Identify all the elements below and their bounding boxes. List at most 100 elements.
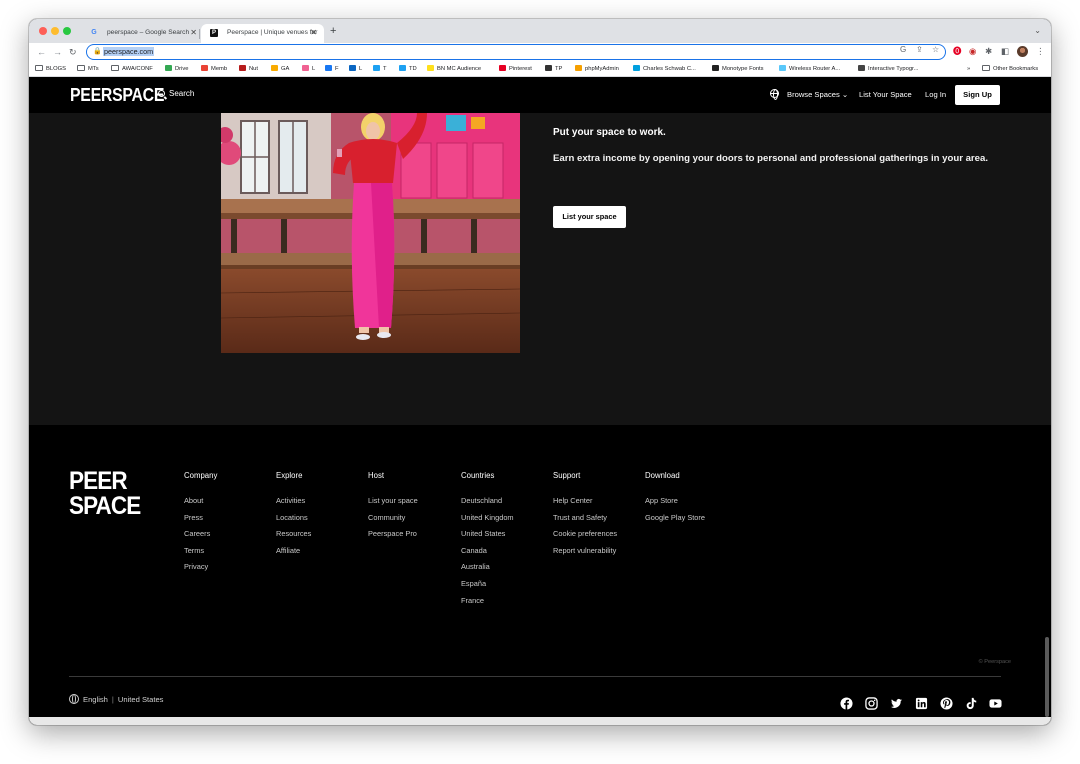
close-tab-icon[interactable]: ✕	[190, 28, 197, 37]
bookmark-item[interactable]: BN MC Audience	[427, 65, 481, 74]
pinterest-extension-icon[interactable]: ⓿	[953, 46, 962, 57]
footer-link[interactable]: España	[461, 579, 514, 588]
footer-link[interactable]: App Store	[645, 496, 705, 505]
tab-separator	[199, 29, 200, 39]
extensions-puzzle-icon[interactable]: ✱	[985, 46, 992, 57]
footer-link[interactable]: Press	[184, 513, 217, 522]
bookmark-item[interactable]: AWA/CONF	[111, 65, 153, 74]
footer-link[interactable]: Community	[368, 513, 418, 522]
footer-link[interactable]: Activities	[276, 496, 311, 505]
footer-link[interactable]: Resources	[276, 529, 311, 538]
footer-link[interactable]: Careers	[184, 529, 217, 538]
youtube-icon[interactable]	[989, 697, 1002, 710]
footer-link[interactable]: United States	[461, 529, 514, 538]
close-tab-icon[interactable]: ✕	[310, 28, 317, 37]
bookmark-item[interactable]: Charles Schwab C...	[633, 65, 696, 74]
globe-icon[interactable]	[770, 89, 779, 100]
maximize-window-button[interactable]	[63, 27, 71, 35]
bookmark-item[interactable]: Memb	[201, 65, 227, 74]
forward-arrow-icon[interactable]: →	[53, 45, 62, 59]
browse-spaces-label: Browse Spaces	[787, 90, 840, 99]
footer-link[interactable]: Trust and Safety	[553, 513, 617, 522]
minimize-window-button[interactable]	[51, 27, 59, 35]
url-text[interactable]: peerspace.com	[103, 47, 155, 56]
page-scrollbar[interactable]	[1045, 637, 1049, 717]
bookmark-item[interactable]: BLOGS	[35, 65, 66, 74]
bookmark-item[interactable]: Nut	[239, 65, 258, 74]
footer-link[interactable]: France	[461, 596, 514, 605]
side-panel-icon[interactable]: ◧	[1001, 46, 1009, 57]
instagram-icon[interactable]	[865, 697, 878, 710]
tiktok-icon[interactable]	[965, 697, 978, 710]
footer-link[interactable]: Locations	[276, 513, 311, 522]
footer-link[interactable]: Privacy	[184, 562, 217, 571]
footer-link[interactable]: Canada	[461, 546, 514, 555]
footer-column-host: Host List your space Community Peerspace Pr…	[368, 471, 418, 546]
bookmark-item[interactable]: Monotype Fonts	[712, 65, 764, 74]
reload-icon[interactable]: ↻	[69, 45, 77, 59]
bookmark-item[interactable]: F	[325, 65, 339, 74]
footer-link[interactable]: About	[184, 496, 217, 505]
bookmark-item[interactable]: T	[373, 65, 387, 74]
back-arrow-icon[interactable]: ←	[37, 45, 46, 59]
bookmark-item[interactable]: L	[302, 65, 315, 74]
footer-link[interactable]: Australia	[461, 562, 514, 571]
new-tab-button[interactable]: +	[330, 26, 336, 37]
list-your-space-button[interactable]: List your space	[553, 206, 626, 228]
extension-icon[interactable]: ◉	[969, 46, 976, 57]
folder-icon	[35, 65, 43, 71]
tab-google-search[interactable]: G peerspace – Google Search ✕	[81, 24, 204, 43]
footer-link[interactable]: Cookie preferences	[553, 529, 617, 538]
lock-icon: 🔒	[93, 48, 102, 55]
browser-menu-icon[interactable]: ⋮	[1036, 46, 1045, 57]
tab-peerspace[interactable]: P Peerspace | Unique venues for ✕	[201, 24, 324, 43]
bookmark-item[interactable]: Wireless Router A...	[779, 65, 840, 74]
footer-column-download: Download App Store Google Play Store	[645, 471, 705, 529]
close-window-button[interactable]	[39, 27, 47, 35]
bookmark-item[interactable]: L	[349, 65, 362, 74]
footer-link[interactable]: United Kingdom	[461, 513, 514, 522]
tab-search-chevron-icon[interactable]: ⌄	[1034, 26, 1041, 35]
browser-toolbar: ← → ↻ 🔒 peerspace.com G ⇪ ☆ ⓿ ◉ ✱ ◧ ⋮	[29, 43, 1051, 62]
bookmark-label: BLOGS	[46, 66, 66, 72]
bookmark-item[interactable]: Drive	[165, 65, 189, 74]
bookmark-item[interactable]: TD	[399, 65, 417, 74]
footer-link[interactable]: Help Center	[553, 496, 617, 505]
browse-spaces-dropdown[interactable]: Browse Spaces ⌄	[787, 90, 848, 99]
footer-link[interactable]: Google Play Store	[645, 513, 705, 522]
list-your-space-link[interactable]: List Your Space	[859, 90, 912, 99]
bookmark-item[interactable]: phpMyAdmin	[575, 65, 619, 74]
twitter-icon[interactable]	[890, 697, 903, 710]
facebook-icon[interactable]	[840, 697, 853, 710]
bookmark-item[interactable]: GA	[271, 65, 289, 74]
peerspace-logo[interactable]: PEERSPACE	[70, 85, 164, 106]
google-translate-icon[interactable]: G	[900, 45, 906, 55]
bookmark-star-icon[interactable]: ☆	[932, 45, 939, 55]
footer-column-heading: Explore	[276, 471, 303, 480]
footer-column-heading: Support	[553, 471, 581, 480]
footer-peerspace-logo[interactable]: PEER SPACE	[69, 469, 141, 519]
bookmarks-overflow-button[interactable]: »	[967, 65, 970, 74]
search-button[interactable]: Search	[158, 89, 194, 98]
pinterest-icon[interactable]	[940, 697, 953, 710]
address-bar[interactable]: 🔒 peerspace.com	[86, 44, 946, 60]
footer-link[interactable]: List your space	[368, 496, 418, 505]
footer-link[interactable]: Report vulnerability	[553, 546, 617, 555]
other-bookmarks-folder[interactable]: Other Bookmarks	[982, 65, 1038, 74]
bookmark-item[interactable]: TP	[545, 65, 562, 74]
share-icon[interactable]: ⇪	[916, 45, 923, 55]
bookmark-label: Nut	[249, 66, 259, 72]
l-icon	[302, 65, 309, 71]
bookmark-item[interactable]: Interactive Typogr...	[858, 65, 918, 74]
linkedin-icon[interactable]	[915, 697, 928, 710]
footer-link[interactable]: Terms	[184, 546, 217, 555]
footer-link[interactable]: Deutschland	[461, 496, 514, 505]
sign-up-button[interactable]: Sign Up	[955, 85, 1000, 105]
footer-link[interactable]: Peerspace Pro	[368, 529, 418, 538]
locale-selector[interactable]: English | United States	[69, 694, 163, 704]
footer-link[interactable]: Affiliate	[276, 546, 311, 555]
bookmark-item[interactable]: Pinterest	[499, 65, 532, 74]
bookmark-item[interactable]: MTs	[77, 65, 99, 74]
profile-avatar[interactable]	[1017, 46, 1028, 57]
log-in-link[interactable]: Log In	[925, 90, 946, 99]
